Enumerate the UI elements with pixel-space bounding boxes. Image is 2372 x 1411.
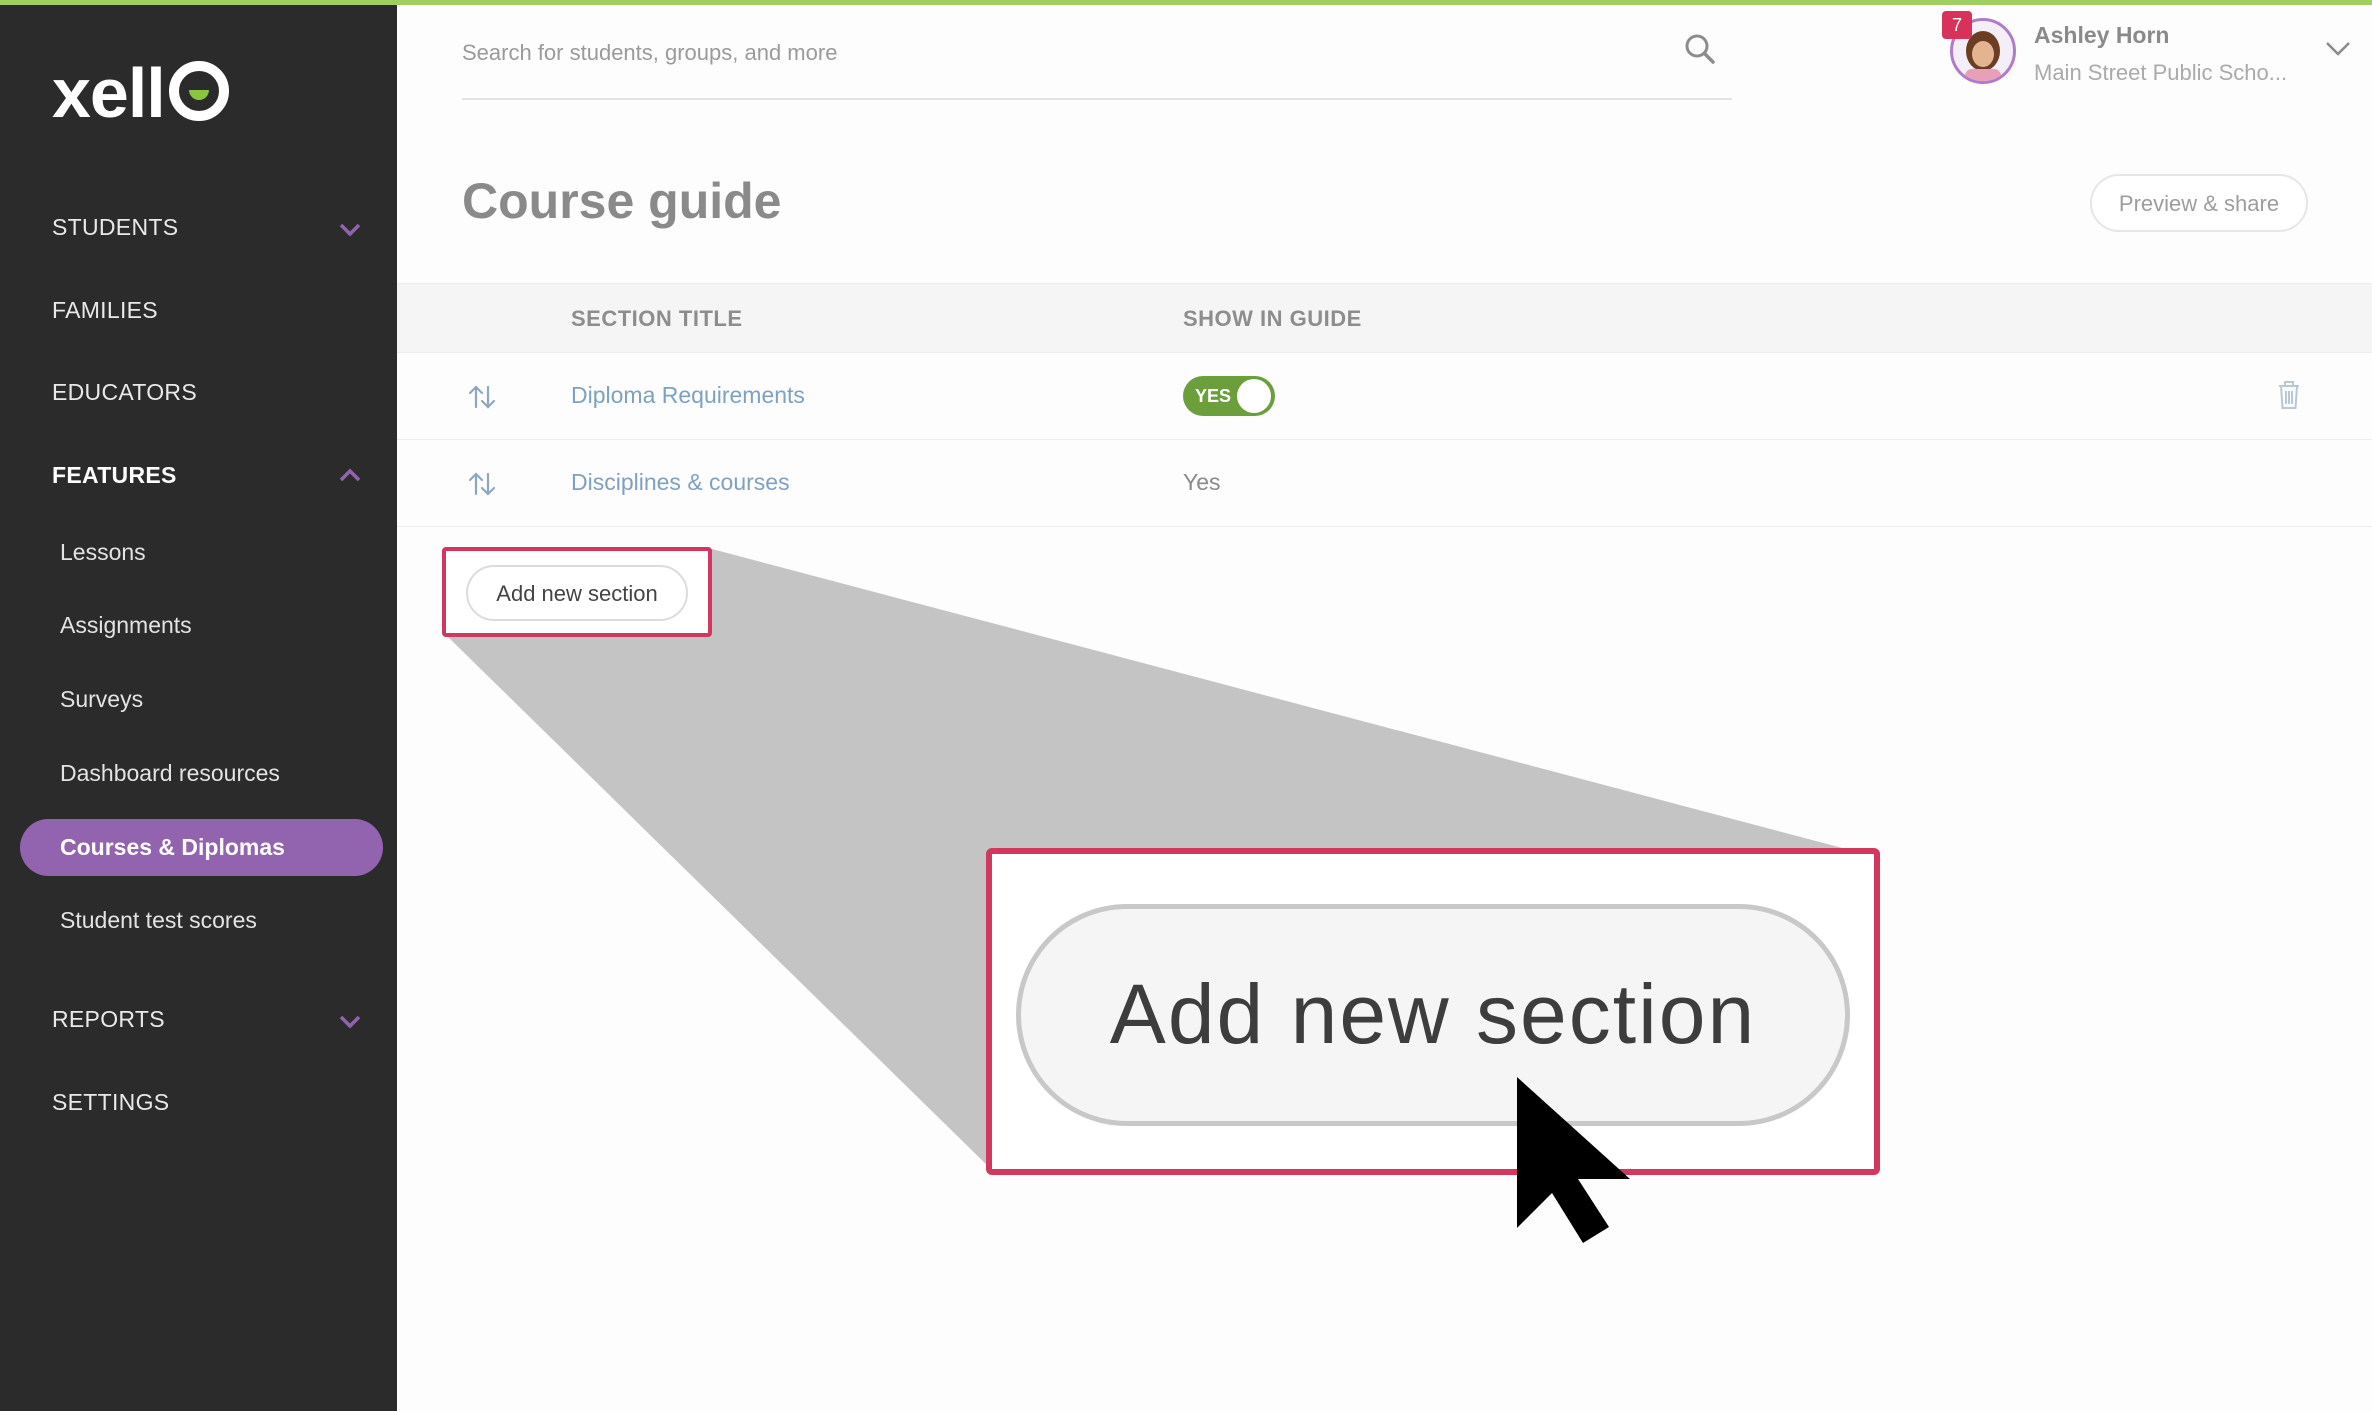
- add-section-highlight: Add new section: [442, 547, 712, 637]
- top-accent-line: [0, 0, 2372, 5]
- zoomed-add-new-section-button: Add new section: [1016, 904, 1850, 1126]
- zoom-beam: [446, 549, 1850, 1170]
- add-new-section-button[interactable]: Add new section: [466, 565, 688, 621]
- mouse-cursor: [1517, 1077, 1630, 1243]
- zoom-callout: Add new section: [986, 848, 1880, 1175]
